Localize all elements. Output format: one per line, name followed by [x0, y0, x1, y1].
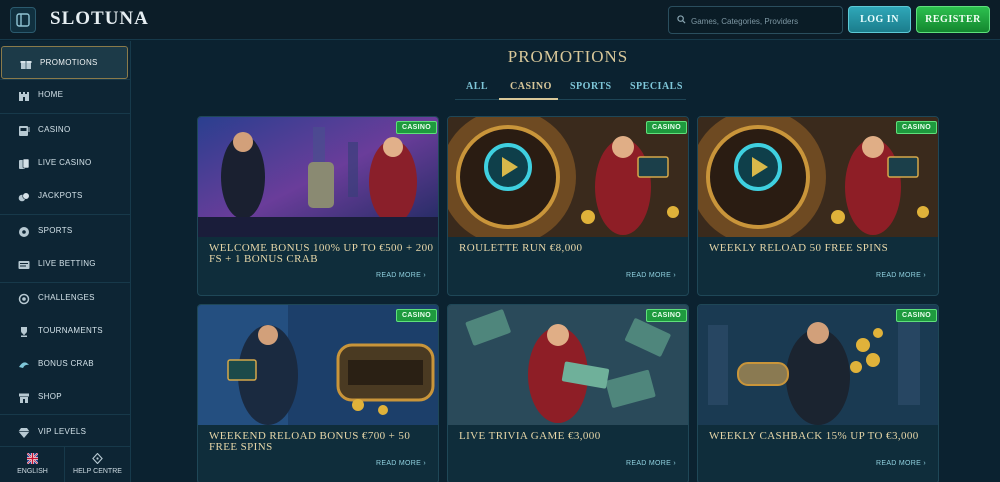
- read-more-link[interactable]: READ MORE ›: [876, 460, 926, 467]
- sidebar-item-label: CASINO: [38, 125, 71, 134]
- sidebar-item-label: SPORTS: [38, 226, 73, 235]
- top-bar: SLOTUNA LOG IN REGISTER: [0, 0, 1000, 40]
- sidebar-item-label: SHOP: [38, 392, 62, 401]
- sidebar-footer: ENGLISH HELP CENTRE: [0, 446, 130, 482]
- sidebar-item-promotions[interactable]: PROMOTIONS: [1, 46, 128, 79]
- sidebar-item-home[interactable]: HOME: [0, 79, 130, 112]
- read-more-link[interactable]: READ MORE ›: [876, 272, 926, 279]
- tab-specials[interactable]: SPECIALS: [630, 81, 683, 92]
- sidebar-item-label: HOME: [38, 90, 64, 99]
- help-centre-link[interactable]: HELP CENTRE: [65, 447, 130, 482]
- sidebar-item-label: JACKPOTS: [38, 191, 83, 200]
- promo-title: WEEKLY CASHBACK 15% UP TO €3,000: [709, 430, 919, 442]
- category-badge: CASINO: [395, 121, 437, 134]
- promo-card-weekly-cashback[interactable]: CASINO WEEKLY CASHBACK 15% UP TO €3,000 …: [697, 304, 939, 482]
- category-badge: CASINO: [895, 309, 937, 322]
- sidebar-item-label: VIP LEVELS: [38, 427, 87, 436]
- category-badge: CASINO: [645, 121, 687, 134]
- sidebar-item-live-betting[interactable]: LIVE BETTING: [0, 248, 130, 281]
- promo-image: [698, 117, 938, 237]
- sidebar: PROMOTIONS HOME CASINO LIVE CASINO JACKP…: [0, 41, 131, 482]
- promo-image: [448, 305, 688, 425]
- read-more-link[interactable]: READ MORE ›: [376, 272, 426, 279]
- live-screen-icon: [18, 261, 30, 269]
- login-button[interactable]: LOG IN: [848, 6, 911, 33]
- promo-title: WEEKEND RELOAD BONUS €700 + 50 FREE SPIN…: [209, 430, 411, 453]
- help-label: HELP CENTRE: [73, 468, 122, 475]
- category-badge: CASINO: [895, 121, 937, 134]
- sidebar-item-tournaments[interactable]: TOURNAMENTS: [0, 315, 130, 348]
- promo-image: [698, 305, 938, 425]
- promo-image: [198, 305, 438, 425]
- sidebar-item-label: LIVE BETTING: [38, 259, 96, 268]
- sidebar-item-label: LIVE CASINO: [38, 158, 92, 167]
- active-tab-indicator: [499, 98, 558, 100]
- language-selector[interactable]: ENGLISH: [0, 447, 65, 482]
- promo-card-live-trivia[interactable]: CASINO LIVE TRIVIA GAME €3,000 READ MORE…: [447, 304, 689, 482]
- shop-icon: [19, 393, 29, 403]
- sidebar-item-challenges[interactable]: CHALLENGES: [0, 282, 130, 315]
- sidebar-item-bonus-crab[interactable]: BONUS CRAB: [0, 348, 130, 381]
- crab-icon: [19, 362, 29, 368]
- cards-icon: [19, 158, 30, 169]
- read-more-link[interactable]: READ MORE ›: [376, 460, 426, 467]
- page-title: PROMOTIONS: [507, 47, 629, 66]
- promo-image: [198, 117, 438, 237]
- promo-title: ROULETTE RUN €8,000: [459, 242, 583, 254]
- ball-icon: [19, 227, 29, 237]
- category-badge: CASINO: [645, 309, 687, 322]
- promo-title: LIVE TRIVIA GAME €3,000: [459, 430, 601, 442]
- sidebar-item-label: TOURNAMENTS: [38, 326, 103, 335]
- search-icon: [677, 15, 686, 24]
- sidebar-item-vip-levels[interactable]: VIP LEVELS: [0, 416, 130, 449]
- sidebar-item-jackpots[interactable]: JACKPOTS: [0, 180, 130, 213]
- sidebar-item-casino[interactable]: CASINO: [0, 114, 130, 147]
- promo-card-roulette-run[interactable]: CASINO ROULETTE RUN €8,000 READ MORE ›: [447, 116, 689, 296]
- read-more-link[interactable]: READ MORE ›: [626, 272, 676, 279]
- promo-card-weekly-reload[interactable]: CASINO WEEKLY RELOAD 50 FREE SPINS READ …: [697, 116, 939, 296]
- promo-card-welcome-bonus[interactable]: CASINO WELCOME BONUS 100% UP TO €500 + 2…: [197, 116, 439, 296]
- sidebar-item-sports[interactable]: SPORTS: [0, 215, 130, 248]
- divider: [0, 414, 130, 415]
- uk-flag-icon: [27, 453, 38, 464]
- tab-sports[interactable]: SPORTS: [570, 81, 612, 92]
- sidebar-item-label: BONUS CRAB: [38, 359, 94, 368]
- castle-icon: [19, 92, 29, 101]
- sidebar-toggle-button[interactable]: [10, 7, 36, 33]
- trophy-icon: [21, 327, 27, 337]
- search-box[interactable]: [668, 6, 843, 34]
- search-input[interactable]: [691, 12, 839, 30]
- coins-icon: [18, 192, 30, 202]
- read-more-link[interactable]: READ MORE ›: [626, 460, 676, 467]
- sidebar-toggle-icon: [16, 13, 30, 27]
- category-badge: CASINO: [395, 309, 437, 322]
- promo-title: WELCOME BONUS 100% UP TO €500 + 200 FS +…: [209, 242, 434, 265]
- tab-casino[interactable]: CASINO: [510, 81, 552, 92]
- promo-title: WEEKLY RELOAD 50 FREE SPINS: [709, 242, 889, 254]
- promo-image: [448, 117, 688, 237]
- sidebar-item-label: CHALLENGES: [38, 293, 95, 302]
- diamond-icon: [18, 428, 30, 438]
- sidebar-item-live-casino[interactable]: LIVE CASINO: [0, 147, 130, 180]
- slot-machine-icon: [19, 126, 30, 136]
- promo-card-weekend-reload[interactable]: CASINO WEEKEND RELOAD BONUS €700 + 50 FR…: [197, 304, 439, 482]
- register-button[interactable]: REGISTER: [916, 6, 990, 33]
- medal-icon: [18, 293, 30, 305]
- language-label: ENGLISH: [17, 468, 48, 475]
- sidebar-item-label: PROMOTIONS: [40, 58, 98, 67]
- help-icon: [92, 453, 103, 464]
- gift-icon: [20, 61, 32, 69]
- sidebar-item-shop[interactable]: SHOP: [0, 381, 130, 414]
- tab-all[interactable]: ALL: [466, 81, 488, 92]
- site-logo[interactable]: SLOTUNA: [50, 8, 149, 30]
- tabs-divider: [455, 99, 686, 100]
